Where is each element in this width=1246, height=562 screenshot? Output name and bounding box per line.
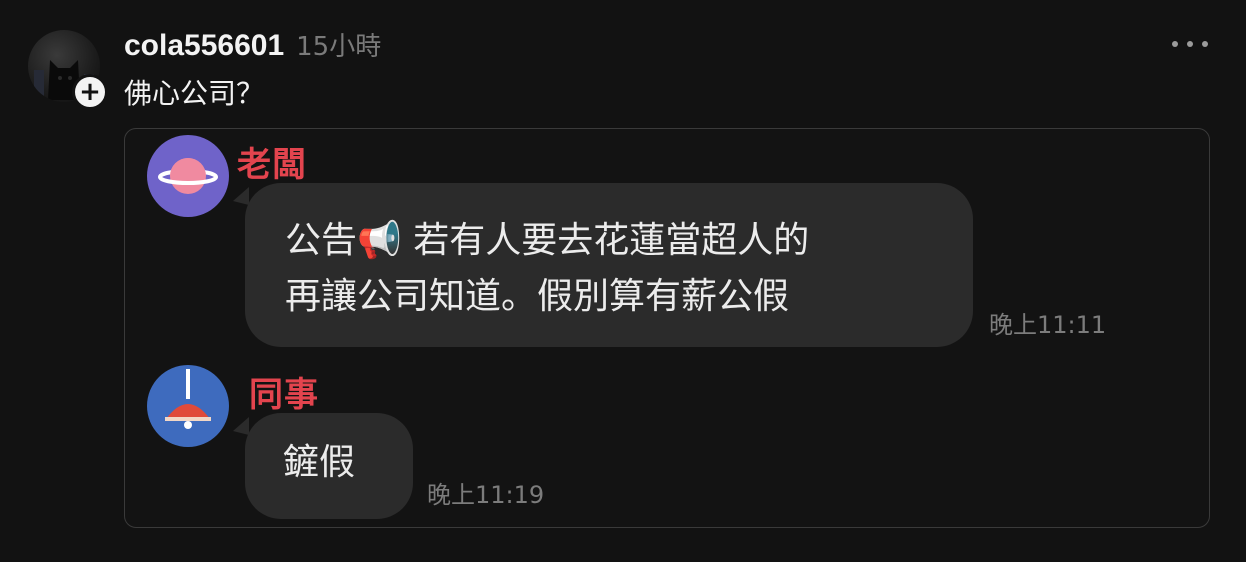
post-timestamp: 15小時 <box>296 32 382 62</box>
message-line: 公告📢 若有人要去花蓮當超人的 <box>285 220 810 261</box>
sender-name: 老闆 <box>237 145 307 185</box>
more-dot-icon <box>1202 41 1208 47</box>
username[interactable]: cola556601 <box>124 29 284 63</box>
follow-plus-icon[interactable]: + <box>72 74 108 110</box>
bubble-tail <box>233 417 249 435</box>
more-dot-icon <box>1172 41 1178 47</box>
user-avatar-wrap[interactable]: + <box>28 30 108 110</box>
lamp-svg <box>165 369 211 429</box>
message-time: 晚上11:19 <box>427 481 545 509</box>
more-dot-icon <box>1187 41 1193 47</box>
planet-icon <box>147 135 229 217</box>
more-options-button[interactable] <box>1172 30 1208 58</box>
bubble-tail <box>233 187 249 205</box>
post-text: 佛心公司？ <box>124 77 265 110</box>
message-time: 晚上11:11 <box>989 311 1107 339</box>
planet-svg <box>158 158 218 194</box>
message-bubble: 公告📢 若有人要去花蓮當超人的 再讓公司知道。假別算有薪公假 <box>245 183 973 347</box>
sender-name: 同事 <box>249 375 319 415</box>
message-line: 鏟假 <box>283 442 356 483</box>
message-bubble: 鏟假 <box>245 413 413 519</box>
message-line: 再讓公司知道。假別算有薪公假 <box>285 276 790 317</box>
thread-post: + cola556601 15小時 佛心公司？ 老闆 公告📢 若有人要去花蓮當超… <box>0 0 1246 562</box>
attached-image[interactable]: 老闆 公告📢 若有人要去花蓮當超人的 再讓公司知道。假別算有薪公假 晚上11:1… <box>124 128 1210 528</box>
lamp-icon <box>147 365 229 447</box>
post-header: cola556601 15小時 <box>124 26 381 63</box>
